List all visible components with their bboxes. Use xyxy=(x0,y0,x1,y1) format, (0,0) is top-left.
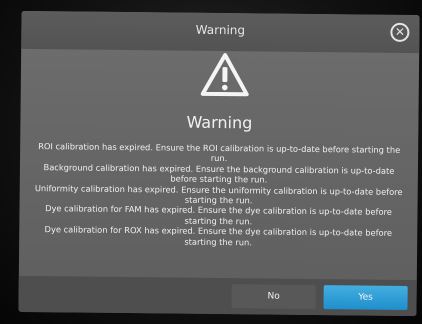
warning-triangle-icon xyxy=(200,53,249,97)
dialog-footer: No Yes xyxy=(18,275,417,317)
yes-button[interactable]: Yes xyxy=(323,285,408,310)
close-icon[interactable]: ✕ xyxy=(390,22,410,42)
warning-dialog: Warning ✕ Warning ROI calibration has ex… xyxy=(18,10,420,317)
dialog-title-bar: Warning ✕ xyxy=(21,10,420,54)
message-line: Dye calibration for ROX has expired. Ens… xyxy=(44,224,393,248)
no-button[interactable]: No xyxy=(231,284,316,310)
dialog-heading: Warning xyxy=(186,112,253,133)
dialog-title: Warning xyxy=(195,22,246,38)
device-bezel: Warning ✕ Warning ROI calibration has ex… xyxy=(0,0,422,324)
dialog-message: ROI calibration has expired. Ensure the … xyxy=(29,141,408,273)
